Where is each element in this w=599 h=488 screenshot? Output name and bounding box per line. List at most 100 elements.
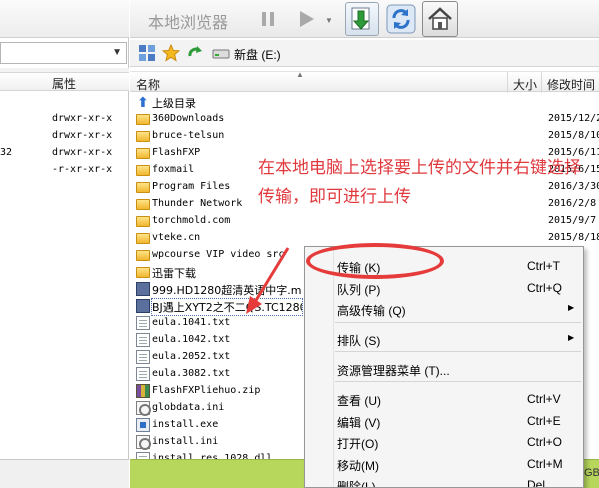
- menu-item[interactable]: 打开(O) Ctrl+O: [305, 432, 583, 452]
- home-icon[interactable]: [422, 1, 458, 37]
- exe-icon: [136, 418, 150, 432]
- column-name[interactable]: 名称: [136, 76, 160, 93]
- menu-separator: [335, 322, 581, 323]
- folder-icon: [136, 199, 150, 210]
- document-icon: [136, 367, 150, 381]
- video-icon: [136, 282, 150, 296]
- left-toolbar: [0, 0, 129, 38]
- video-icon: [136, 299, 150, 313]
- drive-icon: [212, 44, 230, 62]
- file-name: eula.1042.txt: [152, 334, 231, 345]
- menu-item-label: 移动(M): [337, 459, 379, 473]
- drive-label[interactable]: 新盘 (E:): [234, 46, 281, 63]
- menu-item-label: 查看 (U): [337, 394, 381, 408]
- menu-item[interactable]: 查看 (U) Ctrl+V: [305, 389, 583, 409]
- ini-icon: [136, 401, 151, 416]
- menu-item[interactable]: 删除(L) Del: [305, 475, 583, 488]
- menu-item-label: 队列 (P): [337, 283, 381, 297]
- menu-item-label: 高级传输 (Q): [337, 304, 406, 318]
- folder-icon: [136, 250, 150, 261]
- star-icon[interactable]: [161, 43, 181, 62]
- annotation-text: 在本地电脑上选择要上传的文件并右键选择传输，即可进行上传: [258, 158, 581, 207]
- menu-item[interactable]: 高级传输 (Q) ▶: [305, 299, 583, 319]
- file-name: install.exe: [152, 419, 219, 430]
- menu-item-label: 编辑 (V): [337, 416, 381, 430]
- menu-item[interactable]: 队列 (P) Ctrl+Q: [305, 278, 583, 298]
- file-list-header: ▲ 名称 大小 修改时间: [130, 70, 599, 93]
- column-attributes[interactable]: 属性: [52, 75, 76, 92]
- local-left-pane: ▼ 属性 drwxr-xr-x drwxr-xr-x 32 drwxr-xr-x…: [0, 0, 129, 488]
- left-row[interactable]: 32 drwxr-xr-x: [0, 145, 129, 162]
- context-menu: 传输 (K) Ctrl+T 队列 (P) Ctrl+Q 高级传输 (Q) ▶ 排队 (S) ▶…: [304, 246, 584, 488]
- left-row[interactable]: drwxr-xr-x: [0, 111, 129, 128]
- submenu-arrow-icon: ▶: [568, 303, 575, 312]
- menu-item-label: 打开(O): [337, 437, 379, 451]
- menu-item[interactable]: 编辑 (V) Ctrl+E: [305, 411, 583, 431]
- menu-item-label: 删除(L): [337, 480, 376, 488]
- submenu-arrow-icon: ▶: [568, 333, 575, 342]
- document-icon: [136, 350, 150, 364]
- folder-icon: [136, 165, 150, 176]
- menu-item[interactable]: 排队 (S) ▶: [305, 329, 583, 349]
- left-path-combo[interactable]: ▼: [0, 42, 127, 64]
- folder-icon: [136, 267, 150, 278]
- menu-item-shortcut: Ctrl+Q: [527, 281, 563, 295]
- file-name: install.ini: [152, 436, 219, 447]
- left-status-bar: [0, 459, 129, 488]
- file-row[interactable]: ⬆ 上级目录: [130, 94, 599, 111]
- menu-item-shortcut: Del: [527, 478, 546, 488]
- menu-item-shortcut: Ctrl+V: [527, 392, 561, 406]
- file-name: FlashFXPliehuo.zip: [152, 385, 261, 396]
- file-date: 2015/8/18: [548, 232, 599, 243]
- menu-separator: [335, 381, 581, 382]
- file-name: 360Downloads: [152, 113, 225, 124]
- annotation-arrow: [246, 247, 290, 314]
- highlight-ellipse: [306, 243, 444, 279]
- chevron-down-icon[interactable]: ▼: [325, 16, 333, 25]
- menu-item[interactable]: 移动(M) Ctrl+M: [305, 454, 583, 474]
- panel-title: 本地浏览器: [148, 15, 229, 32]
- left-list-header: 属性: [0, 73, 129, 91]
- chevron-down-icon[interactable]: ▼: [112, 47, 122, 58]
- menu-item-shortcut: Ctrl+M: [527, 457, 563, 471]
- folder-icon: [136, 114, 150, 125]
- file-name: eula.2052.txt: [152, 351, 231, 362]
- file-date: 2015/8/10: [548, 130, 599, 141]
- file-row[interactable]: 360Downloads 2015/12/2: [130, 111, 599, 128]
- file-date: 2015/12/2: [548, 113, 599, 124]
- folder-icon: [136, 216, 150, 227]
- file-name: bruce-telsun: [152, 130, 225, 141]
- column-modified[interactable]: 修改时间: [547, 76, 595, 93]
- menu-item-label: 资源管理器菜单 (T)...: [337, 364, 450, 378]
- document-icon: [136, 316, 150, 330]
- menu-item-shortcut: Ctrl+E: [527, 414, 561, 428]
- zip-icon: [136, 384, 150, 398]
- folder-icon: [136, 131, 150, 142]
- file-row[interactable]: bruce-telsun 2015/8/10: [130, 128, 599, 145]
- refresh-icon[interactable]: [384, 2, 418, 36]
- column-size[interactable]: 大小: [513, 76, 537, 93]
- menu-separator: [335, 351, 581, 352]
- file-name: eula.3082.txt: [152, 368, 231, 379]
- file-row[interactable]: torchmold.com 2015/9/7: [130, 213, 599, 230]
- folder-icon: [136, 182, 150, 193]
- pause-icon[interactable]: [259, 10, 277, 28]
- file-name: torchmold.com: [152, 215, 231, 226]
- folder-icon: [136, 148, 150, 159]
- file-name: 上级目录: [152, 97, 196, 110]
- folder-icon: [136, 233, 150, 244]
- status-text: GB: [584, 467, 599, 479]
- menu-item[interactable]: 资源管理器菜单 (T)...: [305, 359, 583, 379]
- left-row[interactable]: drwxr-xr-x: [0, 128, 129, 145]
- menu-item-label: 排队 (S): [337, 334, 381, 348]
- sort-ascending-icon: ▲: [296, 70, 304, 79]
- file-date: 2015/9/7: [548, 215, 597, 226]
- play-icon[interactable]: [298, 9, 316, 29]
- left-row[interactable]: -r-xr-xr-x: [0, 162, 129, 179]
- view-mode-icon[interactable]: [138, 44, 156, 62]
- transfer-icon[interactable]: [345, 2, 379, 36]
- local-browser-toolbar: 本地浏览器 ▼: [130, 0, 599, 38]
- document-icon: [136, 333, 150, 347]
- up-folder-icon[interactable]: [186, 44, 204, 62]
- menu-item-shortcut: Ctrl+O: [527, 435, 563, 449]
